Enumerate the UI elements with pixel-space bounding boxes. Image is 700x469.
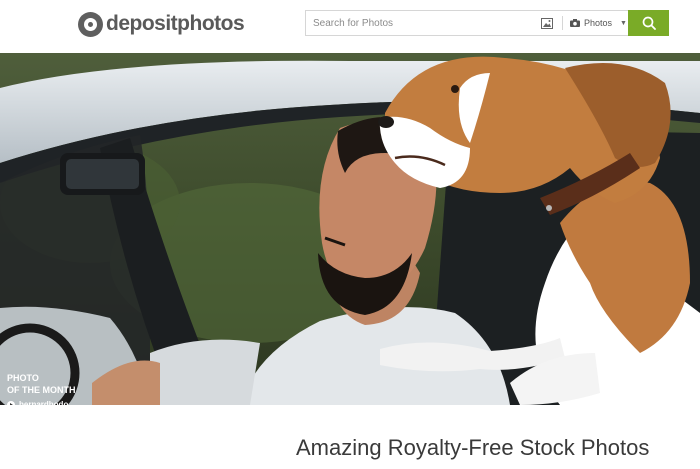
page-headline: Amazing Royalty-Free Stock Photos <box>296 435 650 460</box>
potm-label-line1: PHOTO <box>7 373 39 383</box>
search-type-label: Photos <box>584 18 613 28</box>
logo[interactable]: depositphotos <box>78 10 245 38</box>
play-icon <box>7 401 15 405</box>
search-icon <box>642 16 656 30</box>
image-search-icon[interactable] <box>539 11 555 35</box>
chevron-down-icon: ▼ <box>620 19 627 27</box>
camera-icon <box>570 19 580 27</box>
hero-photo[interactable]: PHOTO OF THE MONTH bernardbodo <box>0 53 700 405</box>
search-button[interactable] <box>628 10 669 36</box>
search-type-select[interactable]: Photos ▼ <box>570 11 627 35</box>
potm-label-line2: OF THE MONTH <box>7 385 76 395</box>
search-divider <box>562 16 563 30</box>
potm-author[interactable]: bernardbodo <box>7 399 76 405</box>
camera-logo-icon <box>78 11 103 37</box>
photo-of-the-month[interactable]: PHOTO OF THE MONTH bernardbodo <box>7 372 76 405</box>
brand-name: depositphotos <box>106 12 245 35</box>
search-input[interactable] <box>306 11 528 35</box>
site-header: depositphotos Photos ▼ <box>0 0 700 52</box>
hero-image <box>0 53 700 405</box>
potm-author-name: bernardbodo <box>19 400 69 405</box>
search-bar: Photos ▼ <box>305 10 669 36</box>
